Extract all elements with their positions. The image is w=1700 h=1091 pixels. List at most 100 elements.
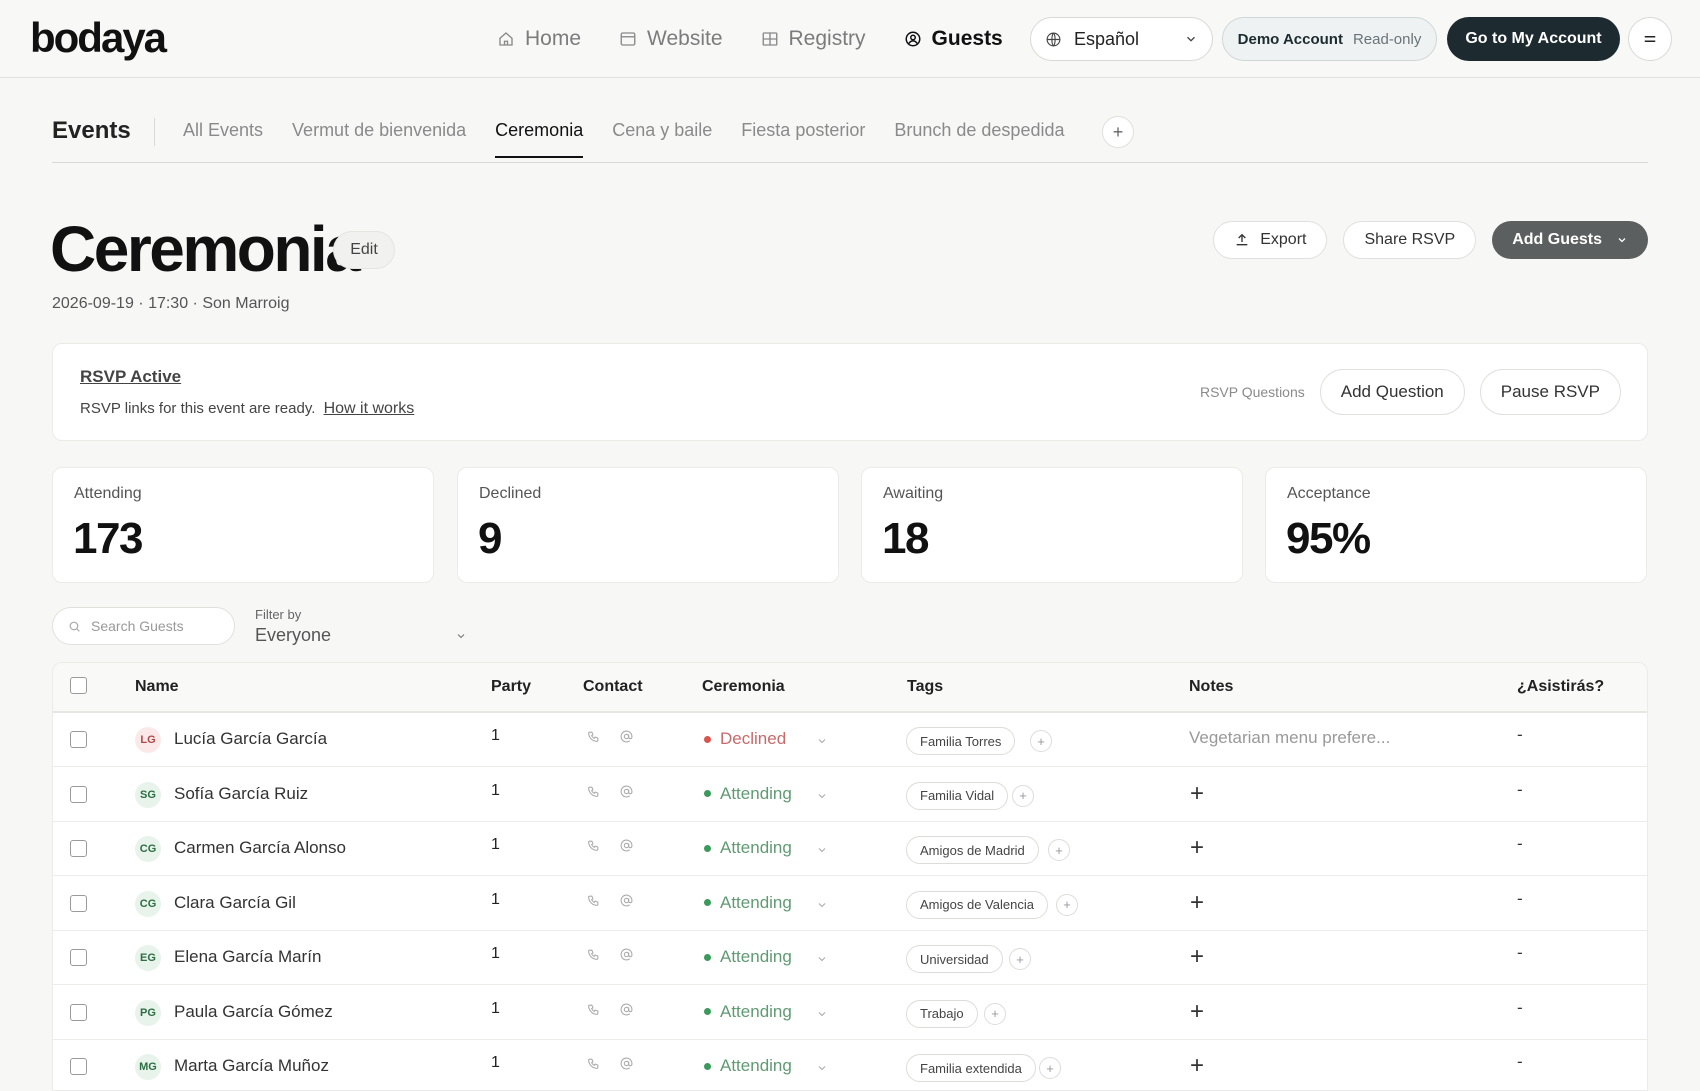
- tab-all-events[interactable]: All Events: [183, 120, 263, 157]
- add-tag-button[interactable]: +: [1048, 839, 1070, 861]
- rsvp-status-select[interactable]: Attending: [704, 784, 792, 804]
- add-tag-button[interactable]: +: [1012, 784, 1034, 807]
- phone-icon[interactable]: [587, 1003, 600, 1016]
- at-sign-icon[interactable]: [620, 1003, 633, 1016]
- guest-name[interactable]: Elena García Marín: [174, 947, 321, 967]
- row-checkbox[interactable]: [70, 1058, 87, 1075]
- table-row[interactable]: SG Sofía García Ruiz 1 Attending Familia Vid…: [53, 768, 1647, 822]
- row-checkbox[interactable]: [70, 894, 87, 912]
- row-checkbox[interactable]: [70, 731, 87, 748]
- nav-guests[interactable]: Guests: [904, 27, 1003, 51]
- guest-name[interactable]: Carmen García Alonso: [174, 838, 346, 858]
- guest-name[interactable]: Lucía García García: [174, 729, 327, 749]
- select-all-checkbox[interactable]: [70, 677, 87, 694]
- rsvp-status-select[interactable]: Declined: [704, 729, 786, 749]
- share-rsvp-button[interactable]: Share RSVP: [1343, 221, 1477, 259]
- chevron-down-icon[interactable]: [816, 735, 828, 747]
- nav-home[interactable]: Home: [497, 27, 581, 51]
- table-row[interactable]: PG Paula García Gómez 1 Attending Trabajo + + -: [53, 986, 1647, 1040]
- phone-icon[interactable]: [587, 839, 600, 852]
- tab-fiesta[interactable]: Fiesta posterior: [741, 120, 865, 157]
- add-note-button[interactable]: +: [1190, 943, 1204, 971]
- how-it-works-link[interactable]: How it works: [324, 400, 415, 417]
- rsvp-status-select[interactable]: Attending: [704, 947, 792, 967]
- add-event-button[interactable]: +: [1102, 116, 1134, 148]
- edit-button[interactable]: Edit: [333, 231, 395, 269]
- add-tag-button[interactable]: +: [1039, 1057, 1061, 1079]
- tab-brunch[interactable]: Brunch de despedida: [894, 120, 1064, 157]
- tag-chip[interactable]: Universidad: [906, 945, 1003, 973]
- chevron-down-icon[interactable]: [816, 899, 828, 911]
- add-note-button[interactable]: +: [1190, 998, 1204, 1026]
- table-row[interactable]: EG Elena García Marín 1 Attending Universida…: [53, 931, 1647, 985]
- rsvp-status[interactable]: RSVP Active: [80, 367, 181, 387]
- tab-vermut[interactable]: Vermut de bienvenida: [292, 120, 466, 157]
- tag-chip[interactable]: Amigos de Madrid: [906, 836, 1039, 864]
- at-sign-icon[interactable]: [620, 730, 633, 743]
- add-tag-button[interactable]: +: [984, 1002, 1006, 1025]
- guest-name[interactable]: Paula García Gómez: [174, 1002, 333, 1022]
- add-note-button[interactable]: +: [1190, 780, 1204, 808]
- language-select[interactable]: Español: [1030, 17, 1213, 61]
- guest-name[interactable]: Clara García Gil: [174, 893, 296, 913]
- at-sign-icon[interactable]: [620, 894, 633, 907]
- nav-website[interactable]: Website: [619, 27, 723, 51]
- table-row[interactable]: LG Lucía García García 1 Declined Familia To…: [53, 713, 1647, 767]
- chevron-down-icon[interactable]: [816, 1062, 828, 1074]
- rsvp-status-select[interactable]: Attending: [704, 838, 792, 858]
- row-checkbox[interactable]: [70, 785, 87, 803]
- phone-icon[interactable]: [587, 894, 600, 907]
- column-name[interactable]: Name: [135, 678, 179, 696]
- phone-icon[interactable]: [587, 1057, 600, 1070]
- table-row[interactable]: MG Marta García Muñoz 1 Attending Familia ex…: [53, 1040, 1647, 1090]
- go-to-account-button[interactable]: Go to My Account: [1447, 17, 1620, 61]
- menu-button[interactable]: [1628, 17, 1672, 61]
- note-text[interactable]: Vegetarian menu prefere...: [1189, 728, 1390, 748]
- column-ceremonia[interactable]: Ceremonia: [702, 678, 785, 696]
- rsvp-status-select[interactable]: Attending: [704, 893, 792, 913]
- add-question-button[interactable]: Add Question: [1319, 369, 1465, 415]
- nav-registry[interactable]: Registry: [761, 27, 866, 51]
- table-row[interactable]: CG Carmen García Alonso 1 Attending Amigos d…: [53, 822, 1647, 876]
- column-contact[interactable]: Contact: [583, 678, 643, 696]
- guest-name[interactable]: Sofía García Ruiz: [174, 784, 308, 804]
- row-checkbox[interactable]: [70, 840, 87, 857]
- table-row[interactable]: CG Clara García Gil 1 Attending Amigos de Va…: [53, 877, 1647, 931]
- guest-name[interactable]: Marta García Muñoz: [174, 1056, 329, 1076]
- phone-icon[interactable]: [587, 948, 600, 961]
- add-guests-button[interactable]: Add Guests: [1492, 221, 1648, 259]
- filter-select[interactable]: Filter by Everyone: [255, 607, 467, 646]
- tab-cena[interactable]: Cena y baile: [612, 120, 712, 157]
- tag-chip[interactable]: Trabajo: [906, 999, 978, 1028]
- add-note-button[interactable]: +: [1190, 834, 1204, 862]
- tag-chip[interactable]: Familia Torres: [906, 727, 1016, 755]
- at-sign-icon[interactable]: [620, 1057, 633, 1070]
- rsvp-status-select[interactable]: Attending: [704, 1056, 792, 1076]
- column-party[interactable]: Party: [491, 678, 531, 696]
- tag-chip[interactable]: Familia Vidal: [906, 781, 1009, 810]
- tab-ceremonia[interactable]: Ceremonia: [495, 120, 584, 158]
- chevron-down-icon[interactable]: [816, 790, 828, 802]
- column-asistiras[interactable]: ¿Asistirás?: [1517, 678, 1604, 696]
- chevron-down-icon[interactable]: [816, 1008, 828, 1020]
- column-notes[interactable]: Notes: [1189, 678, 1233, 696]
- add-tag-button[interactable]: +: [1056, 893, 1078, 916]
- at-sign-icon[interactable]: [620, 948, 633, 961]
- rsvp-status-select[interactable]: Attending: [704, 1002, 792, 1022]
- row-checkbox[interactable]: [70, 1003, 87, 1021]
- chevron-down-icon[interactable]: [816, 844, 828, 856]
- at-sign-icon[interactable]: [620, 839, 633, 852]
- chevron-down-icon[interactable]: [816, 953, 828, 965]
- tag-chip[interactable]: Familia extendida: [906, 1054, 1036, 1082]
- logo[interactable]: bodaya: [30, 14, 167, 62]
- column-tags[interactable]: Tags: [907, 678, 943, 696]
- add-tag-button[interactable]: +: [1030, 730, 1052, 752]
- at-sign-icon[interactable]: [620, 785, 633, 798]
- add-tag-button[interactable]: +: [1009, 948, 1031, 970]
- export-button[interactable]: Export: [1213, 221, 1328, 259]
- pause-rsvp-button[interactable]: Pause RSVP: [1479, 369, 1621, 415]
- tag-chip[interactable]: Amigos de Valencia: [906, 890, 1048, 919]
- row-checkbox[interactable]: [70, 949, 87, 966]
- search-input[interactable]: [91, 618, 221, 634]
- add-note-button[interactable]: +: [1190, 889, 1204, 917]
